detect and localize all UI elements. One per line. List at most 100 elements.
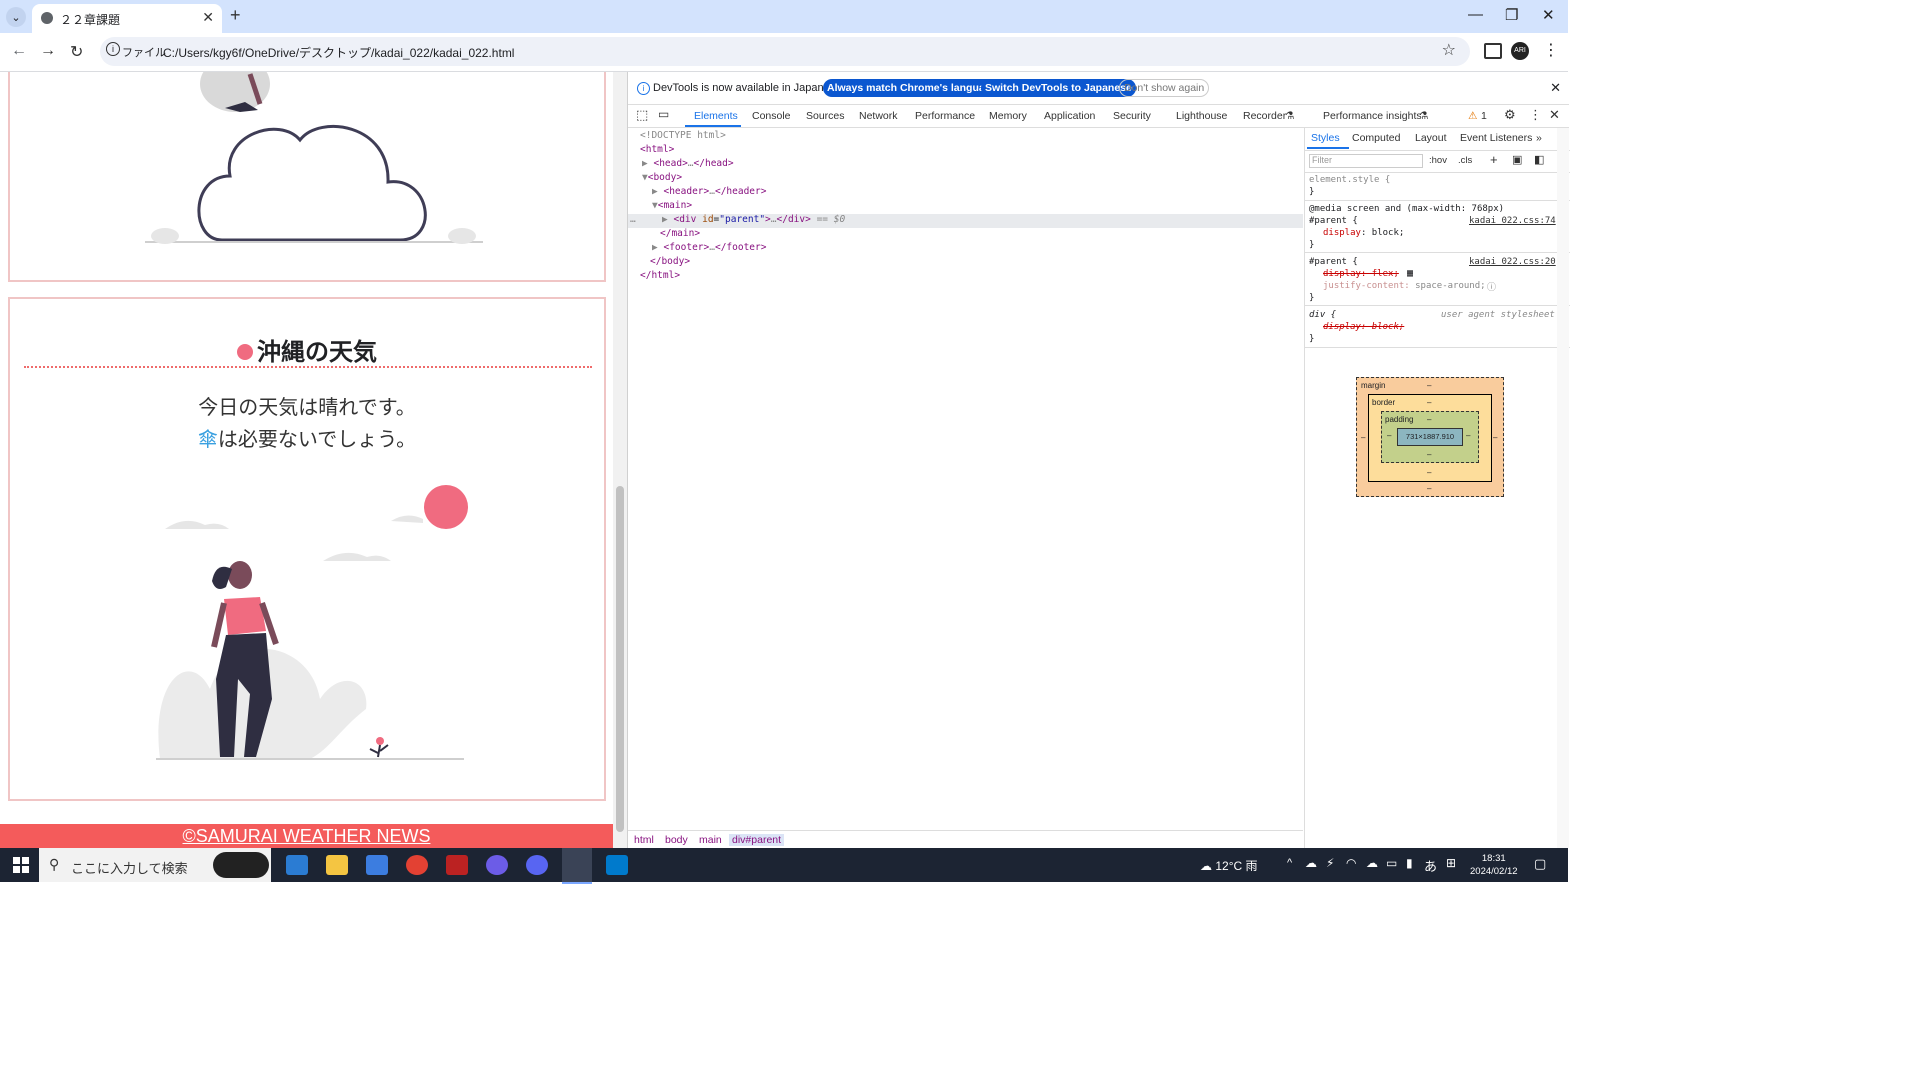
ime-pad-icon[interactable]: ⊞	[1446, 856, 1456, 870]
address-bar[interactable]: i ファイル C:/Users/kgy6f/OneDrive/デスクトップ/ka…	[100, 37, 1470, 66]
onedrive-icon[interactable]: ☁	[1366, 856, 1378, 870]
devtools-menu-icon[interactable]: ⋮	[1529, 107, 1542, 123]
tab-recorder[interactable]: Recorder	[1243, 110, 1286, 122]
bm-content-size[interactable]: 731×1887.910	[1397, 428, 1463, 446]
dom-body-close[interactable]: </body>	[650, 256, 690, 267]
dom-body[interactable]: ▼<body>	[642, 172, 682, 183]
tab-console[interactable]: Console	[752, 110, 791, 122]
file-explorer-icon[interactable]	[326, 855, 348, 875]
taskbar-clock[interactable]: 18:31 2024/02/12	[1470, 852, 1518, 878]
tab-styles[interactable]: Styles	[1311, 132, 1340, 144]
weather-widget[interactable]: ☁ 12°C 雨	[1200, 857, 1258, 874]
tab-performance[interactable]: Performance	[915, 110, 975, 122]
reload-button[interactable]: ↻	[70, 42, 83, 62]
tab-event-listeners[interactable]: Event Listeners	[1460, 132, 1532, 144]
dom-head[interactable]: ▶ <head>…</head>	[642, 158, 734, 169]
app-icon[interactable]	[446, 855, 468, 875]
switch-to-japanese-button[interactable]: Switch DevTools to Japanese	[981, 79, 1136, 97]
row-actions-icon[interactable]: …	[630, 214, 636, 225]
vscode-icon[interactable]	[606, 855, 628, 875]
styles-filter-input[interactable]: Filter	[1309, 154, 1423, 168]
microsoft-store-icon[interactable]	[366, 855, 388, 875]
warning-icon[interactable]: ⚠	[1468, 110, 1477, 122]
side-panel-icon[interactable]	[1484, 43, 1502, 59]
window-close-button[interactable]: ✕	[1542, 6, 1555, 24]
crumb-div-parent[interactable]: div#parent	[729, 834, 785, 846]
tab-lighthouse[interactable]: Lighthouse	[1176, 110, 1227, 122]
dont-show-again-button[interactable]: Don't show again	[1119, 79, 1210, 97]
taskbar-search[interactable]: ⚲ ここに入力して検索	[39, 848, 271, 882]
notification-icon[interactable]: ▢	[1534, 856, 1546, 872]
tray-overflow-icon[interactable]: ^	[1287, 857, 1292, 869]
sidebar-toggle-icon[interactable]: ◧	[1534, 153, 1544, 166]
bookmark-star-icon[interactable]: ☆	[1442, 40, 1456, 60]
close-devtools-icon[interactable]: ✕	[1549, 107, 1560, 123]
new-rule-icon[interactable]: +	[1490, 152, 1498, 167]
class-toggle[interactable]: .cls	[1458, 155, 1472, 166]
tab-computed[interactable]: Computed	[1352, 132, 1400, 144]
flex-editor-icon[interactable]: ▦	[1407, 268, 1413, 279]
info-icon[interactable]: ⓘ	[1487, 280, 1496, 293]
battery-icon[interactable]: ▮	[1406, 856, 1413, 870]
display-icon[interactable]: ▭	[1386, 856, 1397, 870]
usb-icon[interactable]: ⚡	[1326, 856, 1334, 870]
dom-header[interactable]: ▶ <header>…</header>	[652, 186, 766, 197]
info-icon[interactable]: i	[106, 42, 120, 56]
crumb-main[interactable]: main	[699, 834, 722, 846]
url-text[interactable]: C:/Users/kgy6f/OneDrive/デスクトップ/kadai_022…	[163, 44, 514, 61]
rule3-selector[interactable]: div {	[1309, 310, 1336, 320]
dom-main-close[interactable]: </main>	[660, 228, 700, 239]
ime-mode[interactable]: あ	[1424, 856, 1437, 875]
tab-sources[interactable]: Sources	[806, 110, 845, 122]
back-button[interactable]: ←	[11, 42, 27, 60]
device-toolbar-icon[interactable]: ▭	[658, 107, 669, 121]
forward-button[interactable]: →	[40, 42, 56, 60]
site-footer[interactable]: ©SAMURAI WEATHER NEWS	[0, 824, 613, 848]
close-infobar-icon[interactable]: ✕	[1550, 80, 1561, 96]
paint-brush-icon[interactable]: ▣	[1512, 153, 1522, 166]
rule2-declaration[interactable]: justify-content: space-around;	[1323, 281, 1486, 291]
tab-network[interactable]: Network	[859, 110, 898, 122]
dom-html-close[interactable]: </html>	[640, 270, 680, 281]
windows-start-icon[interactable]	[13, 857, 29, 873]
rule2-overridden-display[interactable]: display: flex;	[1323, 269, 1399, 279]
tab-elements[interactable]: Elements	[694, 110, 738, 122]
rule3-overridden-display[interactable]: display: block;	[1323, 322, 1404, 332]
rule1-declaration[interactable]: display: block;	[1323, 228, 1404, 238]
chrome-icon[interactable]	[406, 855, 428, 875]
new-tab-button[interactable]: +	[230, 5, 241, 26]
discord-icon[interactable]	[526, 855, 548, 875]
expand-arrow-icon[interactable]: ▶	[662, 214, 668, 225]
styles-scrollbar[interactable]	[1557, 128, 1569, 848]
tab-application[interactable]: Application	[1044, 110, 1095, 122]
mail-icon[interactable]	[286, 855, 308, 875]
video-app-icon[interactable]	[486, 855, 508, 875]
browser-tab[interactable]: ２２章課題 ✕	[32, 4, 222, 33]
expand-arrow-icon[interactable]: ▶	[652, 242, 658, 253]
crumb-html[interactable]: html	[634, 834, 654, 846]
rule1-selector[interactable]: #parent {	[1309, 216, 1358, 226]
minimize-button[interactable]: —	[1468, 6, 1483, 23]
expand-arrow-icon[interactable]: ▶	[652, 186, 658, 197]
rule1-source-link[interactable]: kadai_022.css:74	[1469, 216, 1556, 226]
rule2-source-link[interactable]: kadai_022.css:20	[1469, 257, 1556, 267]
tab-memory[interactable]: Memory	[989, 110, 1027, 122]
tab-security[interactable]: Security	[1113, 110, 1151, 122]
hover-state-toggle[interactable]: :hov	[1429, 155, 1447, 166]
crumb-body[interactable]: body	[665, 834, 688, 846]
more-tabs-icon[interactable]: »	[1536, 132, 1542, 144]
copilot-icon[interactable]	[213, 852, 269, 878]
settings-gear-icon[interactable]: ⚙	[1504, 107, 1516, 123]
chrome-menu-icon[interactable]: ⋮	[1543, 40, 1559, 60]
close-tab-icon[interactable]: ✕	[202, 9, 214, 26]
dom-div-parent[interactable]: ▶ <div id="parent">…</div> == $0	[662, 214, 845, 225]
inspect-element-icon[interactable]: ⬚	[636, 107, 648, 123]
dom-footer[interactable]: ▶ <footer>…</footer>	[652, 242, 766, 253]
dom-html[interactable]: <html>	[640, 144, 674, 155]
dom-doctype[interactable]: <!DOCTYPE html>	[640, 130, 726, 141]
always-match-language-button[interactable]: Always match Chrome's language	[823, 79, 1001, 97]
dom-main[interactable]: ▼<main>	[652, 200, 692, 211]
tab-performance-insights[interactable]: Performance insights	[1323, 110, 1422, 122]
restore-button[interactable]: ❐	[1505, 6, 1518, 24]
page-scrollbar-thumb[interactable]	[616, 486, 624, 832]
